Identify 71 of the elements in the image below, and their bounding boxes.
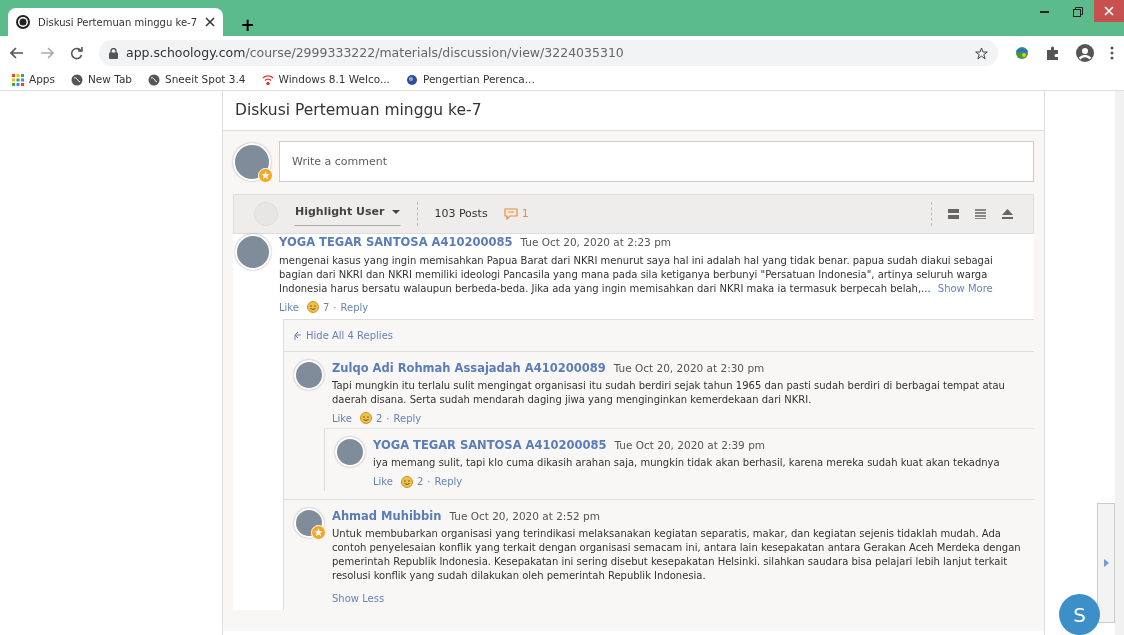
globe-icon xyxy=(71,74,83,86)
reload-icon[interactable] xyxy=(70,46,83,60)
return-arrow-icon xyxy=(294,330,302,340)
close-button[interactable] xyxy=(1094,0,1124,22)
reply-link[interactable]: Reply xyxy=(340,299,369,315)
address-bar[interactable]: app.schoology.com/course/2999333222/materials/discussion/view/3224035310 xyxy=(99,40,998,66)
caret-icon xyxy=(392,210,401,215)
url-text: app.schoology.com/course/2999333222/materials/discussion/view/3224035310 xyxy=(126,43,625,62)
account-icon[interactable] xyxy=(1076,44,1094,62)
star-icon[interactable] xyxy=(975,46,988,60)
wifi-icon xyxy=(261,74,274,86)
close-icon[interactable] xyxy=(205,17,216,27)
browser-tab[interactable]: Diskusi Pertemuan minggu ke-7 xyxy=(8,8,223,36)
puzzle-icon[interactable] xyxy=(1046,46,1060,60)
bookmark-link[interactable]: Apps xyxy=(12,72,55,88)
comment-time: Tue Oct 20, 2020 at 2:30 pm xyxy=(613,360,765,376)
highlight-user-dropdown[interactable]: Highlight User xyxy=(294,203,402,226)
chat-button[interactable]: S xyxy=(1059,594,1100,635)
back-icon[interactable] xyxy=(10,47,24,59)
bookmark-link[interactable]: Pengertian Perenca... xyxy=(405,72,535,88)
list-view-icon[interactable] xyxy=(975,209,986,220)
smiley-icon xyxy=(306,301,319,313)
like-count: 7 xyxy=(322,300,330,315)
tab-title: Diskusi Pertemuan minggu ke-7 xyxy=(38,15,198,30)
comment-count: 1 xyxy=(503,206,529,223)
author-link[interactable]: Ahmad Muhibbin xyxy=(332,508,442,526)
grid-icon xyxy=(12,74,24,86)
restore-icon xyxy=(1072,7,1083,17)
comment-time: Tue Oct 20, 2020 at 2:52 pm xyxy=(449,509,600,524)
comment-text: mengenai kasus yang ingin memisahkan Papua Barat dari NKRI menurut saya hal ini adalah hal yang tidak benar. papua sudah diakui sebagai bagian dari NKRI dan NKRI memiliki ideologi Pancasila yang mana pada sila ketiganya berbunyi "Persatuan Indonesia", artinya seluruh warga Indonesia harus bersatu walaupun berbeda-beda. Jika ada yang ingin memisahkan dari NKRI maka ia termasuk berpecah belah,... Show More xyxy=(279,253,994,296)
collapsed-view-icon[interactable] xyxy=(948,209,959,220)
bookmark-link[interactable]: Sneeit Spot 3.4 xyxy=(148,72,246,88)
author-link[interactable]: Zulqo Adi Rohmah Assajadah A410200089 xyxy=(332,359,606,377)
site-icon xyxy=(16,15,30,29)
separator-dot: · xyxy=(386,411,390,426)
bookmark-link[interactable]: Windows 8.1 Welco... xyxy=(261,72,390,88)
bookmark-link[interactable]: New Tab xyxy=(71,72,132,88)
like-link[interactable]: Like xyxy=(332,410,352,426)
new-tab-button[interactable]: + xyxy=(231,12,264,36)
globe-extension-icon[interactable] xyxy=(1014,46,1030,60)
comment-text: iya memang sulit, tapi klo cuma dikasih arahan saja, mungkin tidak akan berhasil, karena mereka sudah kuat akan tekadnya xyxy=(373,456,1001,470)
smiley-icon xyxy=(400,475,413,488)
comment-text: Tapi mungkin itu terlalu sulit mengingat organisasi itu sudah berdiri sejak tahun 1965 dan pasti sudah berdiri di berbagai tempat atau daerah disana. Serta sudah mendarah daging jiwa yang menginginkan kemerdekaan dari NKRI. xyxy=(332,378,1006,407)
hide-replies-link[interactable]: Hide All 4 Replies xyxy=(284,319,1034,352)
smiley-icon xyxy=(359,412,372,425)
like-count: 2 xyxy=(375,411,383,426)
earth-icon xyxy=(405,74,418,86)
reply-link[interactable]: Reply xyxy=(434,474,463,489)
lock-icon xyxy=(109,47,118,59)
comment-field[interactable]: Write a comment xyxy=(279,141,1034,183)
reply-link[interactable]: Reply xyxy=(393,410,422,426)
like-link[interactable]: Like xyxy=(373,474,393,489)
triangle-right-icon xyxy=(1103,559,1109,567)
separator-dot: · xyxy=(333,300,337,315)
minimize-icon xyxy=(1040,11,1049,13)
separator-dot: · xyxy=(427,475,431,489)
like-count: 2 xyxy=(416,475,424,489)
comment-time: Tue Oct 20, 2020 at 2:39 pm xyxy=(614,437,766,453)
eject-icon[interactable] xyxy=(1002,209,1013,220)
author-link[interactable]: YOGA TEGAR SANTOSA A410200085 xyxy=(373,436,607,454)
like-link[interactable]: Like xyxy=(279,299,299,315)
speech-bubble-icon xyxy=(503,208,518,221)
close-icon xyxy=(1104,6,1114,16)
comment-time: Tue Oct 20, 2020 at 2:23 pm xyxy=(520,235,672,251)
menu-icon[interactable] xyxy=(1110,46,1114,60)
show-more-link[interactable]: Show More xyxy=(937,282,993,294)
posts-count: 103 Posts xyxy=(434,206,488,222)
show-less-link[interactable]: Show Less xyxy=(332,591,385,607)
author-link[interactable]: YOGA TEGAR SANTOSA A410200085 xyxy=(279,234,513,252)
globe-icon xyxy=(148,74,160,86)
comment-text: Untuk membubarkan organisasi yang terindikasi melaksanakan kegiatan separatis, makar, dan kegiatan sejenis tidaklah mudah. Ada contoh penyelesaian konflik yang terkait dengan organisasi semacam ini, antara lain kesepakatan antara Gerakan Aceh Merdeka dengan pemerintah Republik Indonesia. Kesepakatan ini sering disebut kesepakatan Helsinki. silahkan saudara bisa pelajari lebih lanjut terkait resolusi konflik yang sudah dilakukan oleh pemerintah Republik Indonesia. xyxy=(332,527,1022,584)
